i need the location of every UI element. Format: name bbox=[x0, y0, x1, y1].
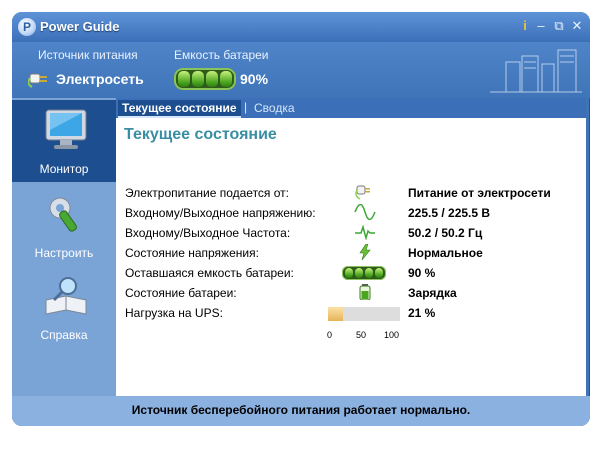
row-value-battery-capacity: 90 % bbox=[408, 266, 436, 280]
title-bar[interactable]: P Power Guide i – ⧉ ✕ bbox=[12, 12, 590, 42]
help-icon bbox=[45, 277, 87, 315]
info-button[interactable]: i bbox=[518, 19, 532, 33]
close-button[interactable]: ✕ bbox=[570, 19, 584, 33]
app-logo-icon: P bbox=[18, 18, 36, 36]
restore-button[interactable]: ⧉ bbox=[552, 19, 566, 33]
row-value-power-source: Питание от электросети bbox=[408, 186, 551, 200]
battery-icon bbox=[342, 266, 386, 280]
battery-percent-value: 90% bbox=[240, 71, 269, 87]
row-value-battery-state: Зарядка bbox=[408, 286, 457, 300]
tab-summary[interactable]: Сводка bbox=[254, 100, 295, 116]
sidebar-item-label: Настроить bbox=[34, 246, 94, 260]
row-label-power-source: Электропитание подается от: bbox=[125, 186, 289, 200]
load-scale-max: 100 bbox=[384, 330, 400, 340]
plug-icon bbox=[28, 73, 47, 88]
load-bar bbox=[328, 307, 400, 321]
battery-capacity-label: Емкость батареи bbox=[174, 48, 269, 62]
tab-current-state[interactable]: Текущее состояние bbox=[118, 100, 241, 118]
pulse-icon bbox=[355, 224, 375, 240]
status-message: Источник бесперебойного питания работает… bbox=[131, 403, 471, 417]
battery-gauge bbox=[174, 68, 236, 90]
row-value-load: 21 % bbox=[408, 306, 436, 320]
sine-wave-icon bbox=[354, 204, 376, 220]
tab-bar: Текущее состояние | Сводка bbox=[116, 98, 586, 118]
sidebar: Монитор Настроить Справка bbox=[12, 98, 116, 396]
plug-icon bbox=[355, 185, 370, 200]
power-source-label: Источник питания bbox=[38, 48, 138, 62]
status-summary-bar: Источник питания Емкость батареи Электро… bbox=[12, 42, 590, 98]
load-scale-min: 0 bbox=[327, 330, 333, 340]
row-label-voltage-state: Состояние напряжения: bbox=[125, 246, 259, 260]
monitor-icon bbox=[45, 109, 87, 149]
row-value-voltage-state: Нормальное bbox=[408, 246, 483, 260]
row-label-voltage: Входному/Выходное напряжению: bbox=[125, 206, 316, 220]
sidebar-item-settings[interactable]: Настроить bbox=[12, 184, 116, 266]
battery-charging-icon bbox=[359, 284, 371, 300]
sidebar-item-label: Монитор bbox=[39, 162, 89, 176]
status-bar: Источник бесперебойного питания работает… bbox=[12, 396, 590, 426]
power-source-value: Электросеть bbox=[56, 71, 144, 87]
load-bar-fill bbox=[328, 307, 344, 321]
sidebar-item-monitor[interactable]: Монитор bbox=[12, 100, 116, 182]
settings-icon bbox=[49, 197, 77, 232]
row-label-battery-capacity: Оставшаяся емкость батареи: bbox=[125, 266, 294, 280]
row-value-frequency: 50.2 / 50.2 Гц bbox=[408, 226, 483, 240]
load-scale-mid: 50 bbox=[356, 330, 367, 340]
app-window: P Power Guide i – ⧉ ✕ Источник питания Е… bbox=[12, 12, 590, 426]
sidebar-item-label: Справка bbox=[40, 328, 88, 342]
ups-devices-illustration-icon bbox=[490, 49, 582, 93]
tab-separator: | bbox=[244, 100, 248, 114]
sidebar-item-help[interactable]: Справка bbox=[12, 266, 116, 348]
row-value-voltage: 225.5 / 225.5 В bbox=[408, 206, 491, 220]
main-panel: Текущее состояние | Сводка Текущее состо… bbox=[116, 98, 586, 396]
app-title: Power Guide bbox=[40, 19, 120, 34]
row-label-battery-state: Состояние батареи: bbox=[125, 286, 237, 300]
minimize-button[interactable]: – bbox=[534, 19, 548, 33]
page-title: Текущее состояние bbox=[124, 126, 277, 143]
row-label-load: Нагрузка на UPS: bbox=[125, 306, 223, 320]
lightning-icon bbox=[359, 244, 371, 260]
row-label-frequency: Входному/Выходное Частота: bbox=[125, 226, 291, 240]
